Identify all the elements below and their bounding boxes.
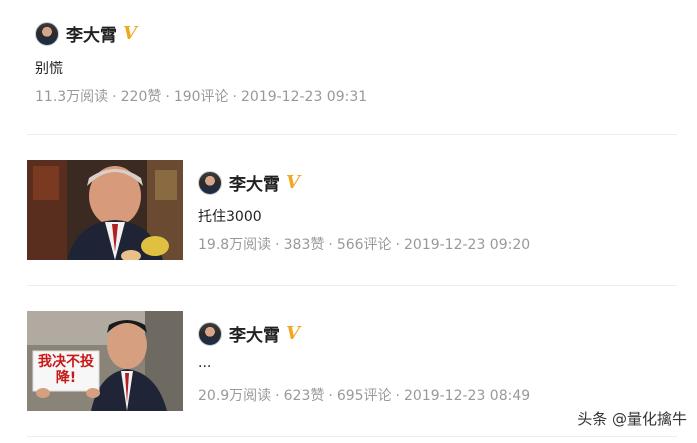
read-count: 20.9万阅读 xyxy=(198,388,272,404)
meta-separator: · xyxy=(112,89,117,105)
verified-badge-icon: V xyxy=(123,23,137,44)
divider xyxy=(27,436,677,437)
author-name[interactable]: 李大霄 xyxy=(66,21,117,46)
post-text[interactable]: 别慌 xyxy=(35,58,63,78)
post-meta: 19.8万阅读 · 383赞 · 566评论 · 2019-12-23 09:20 xyxy=(198,234,530,254)
comment-count: 190评论 xyxy=(173,89,229,105)
author-name[interactable]: 李大霄 xyxy=(229,170,280,195)
post-meta: 11.3万阅读 · 220赞 · 190评论 · 2019-12-23 09:31 xyxy=(35,86,367,106)
post-date: 2019-12-23 09:31 xyxy=(241,89,368,105)
author-block[interactable]: 李大霄 V xyxy=(198,170,300,195)
post-thumbnail[interactable] xyxy=(27,160,183,260)
avatar[interactable] xyxy=(198,170,222,195)
meta-separator: · xyxy=(328,237,333,253)
like-count: 383赞 xyxy=(283,237,325,253)
post-meta: 20.9万阅读 · 623赞 · 695评论 · 2019-12-23 08:49 xyxy=(198,385,530,405)
read-count: 19.8万阅读 xyxy=(198,237,272,253)
thumbnail-photo xyxy=(27,160,183,260)
post-date: 2019-12-23 09:20 xyxy=(404,237,531,253)
meta-separator: · xyxy=(395,237,400,253)
meta-separator: · xyxy=(165,89,170,105)
author-block[interactable]: 李大霄 V xyxy=(35,21,137,46)
verified-badge-icon: V xyxy=(286,323,300,344)
meta-separator: · xyxy=(275,237,280,253)
post-text[interactable]: 托住3000 xyxy=(198,206,262,226)
post-thumbnail[interactable]: 我决不投降! xyxy=(27,311,183,411)
like-count: 220赞 xyxy=(120,89,162,105)
meta-separator: · xyxy=(232,89,237,105)
divider xyxy=(27,285,677,286)
protest-sign-text: 我决不投降! xyxy=(38,354,94,386)
post-text[interactable]: ... xyxy=(198,355,211,371)
post-date: 2019-12-23 08:49 xyxy=(404,388,531,404)
meta-separator: · xyxy=(275,388,280,404)
divider xyxy=(27,134,677,135)
avatar[interactable] xyxy=(198,321,222,346)
read-count: 11.3万阅读 xyxy=(35,89,109,105)
meta-separator: · xyxy=(395,388,400,404)
comment-count: 695评论 xyxy=(336,388,392,404)
avatar[interactable] xyxy=(35,21,59,46)
like-count: 623赞 xyxy=(283,388,325,404)
watermark: 头条 @量化擒牛 xyxy=(577,410,687,428)
meta-separator: · xyxy=(328,388,333,404)
author-name[interactable]: 李大霄 xyxy=(229,321,280,346)
comment-count: 566评论 xyxy=(336,237,392,253)
verified-badge-icon: V xyxy=(286,172,300,193)
author-block[interactable]: 李大霄 V xyxy=(198,321,300,346)
